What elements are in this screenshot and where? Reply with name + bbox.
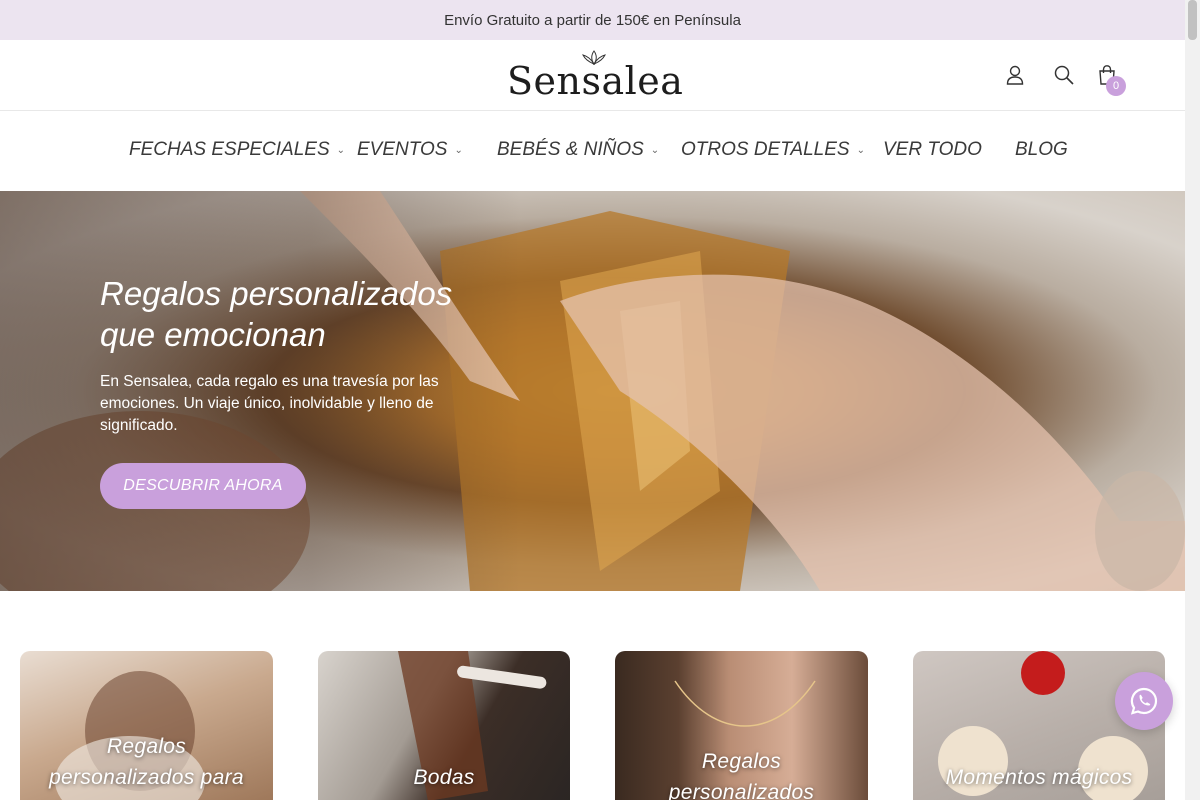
search-icon[interactable] (1053, 64, 1075, 86)
category-label-line: personalizados para (49, 766, 244, 789)
category-label: Momentos mágicos (945, 766, 1133, 789)
scrollbar-thumb[interactable] (1188, 0, 1197, 40)
site-header: Sensalea (0, 40, 1185, 111)
nav-item-fechas-especiales[interactable]: FECHAS ESPECIALES ⌄ (129, 139, 345, 161)
category-card-bodas[interactable]: Bodas (318, 651, 570, 800)
category-card-fechas[interactable]: Regalos personalizados para (20, 651, 273, 800)
nav-item-eventos[interactable]: EVENTOS ⌄ (357, 139, 463, 161)
hero-banner: Regalos personalizados que emocionan En … (0, 191, 1185, 591)
nav-item-bebes-ninos[interactable]: BEBÉS & NIÑOS ⌄ (497, 139, 659, 161)
hero-description: En Sensalea, cada regalo es una travesía… (100, 373, 439, 434)
main-nav: FECHAS ESPECIALES ⌄ EVENTOS ⌄ BEBÉS & NIÑO… (0, 111, 1185, 191)
whatsapp-icon (1130, 687, 1158, 715)
cart-count-badge[interactable]: 0 (1106, 76, 1126, 96)
nav-item-otros-detalles[interactable]: OTROS DETALLES ⌄ (681, 139, 865, 161)
announcement-text: Envío Gratuito a partir de 150€ en Penín… (444, 11, 741, 29)
discover-now-button[interactable]: DESCUBRIR AHORA (100, 463, 306, 509)
hero-title-line: Regalos personalizados (100, 275, 453, 312)
category-label-line: Regalos (701, 750, 782, 773)
chevron-down-icon: ⌄ (454, 144, 463, 156)
nav-item-label: FECHAS ESPECIALES (129, 139, 330, 160)
category-label: Bodas (413, 766, 475, 789)
hero-title-line: que emocionan (100, 316, 326, 353)
category-label-line: Regalos (106, 735, 187, 758)
category-label: Regalos personalizados (615, 746, 868, 800)
category-label-line: personalizados (668, 781, 815, 800)
category-card-momentos[interactable]: Momentos mágicos (913, 651, 1165, 800)
chevron-down-icon: ⌄ (336, 144, 346, 156)
category-card-joyas[interactable]: Regalos personalizados (615, 651, 868, 800)
chevron-down-icon: ⌄ (856, 144, 865, 156)
whatsapp-chat-button[interactable] (1115, 672, 1173, 730)
category-label: Regalos personalizados para (20, 731, 273, 793)
hero-title: Regalos personalizados que emocionan (100, 273, 500, 355)
nav-item-label: VER TODO (883, 139, 982, 160)
nav-item-label: BEBÉS & NIÑOS (497, 139, 644, 160)
page-scrollbar[interactable] (1185, 0, 1200, 800)
nav-item-label: BLOG (1015, 139, 1068, 160)
nav-item-ver-todo[interactable]: VER TODO (883, 139, 982, 161)
announcement-bar: Envío Gratuito a partir de 150€ en Penín… (0, 0, 1185, 40)
nav-item-blog[interactable]: BLOG (1015, 139, 1068, 161)
chevron-down-icon: ⌄ (650, 144, 660, 156)
account-icon[interactable] (1004, 64, 1026, 86)
nav-item-label: EVENTOS (357, 139, 448, 160)
category-cards: Regalos personalizados para Bodas Regalo… (0, 651, 1185, 800)
site-logo[interactable]: Sensalea (507, 50, 684, 103)
logo-wordmark: Sensalea (507, 59, 684, 103)
nav-item-label: OTROS DETALLES (681, 139, 850, 160)
